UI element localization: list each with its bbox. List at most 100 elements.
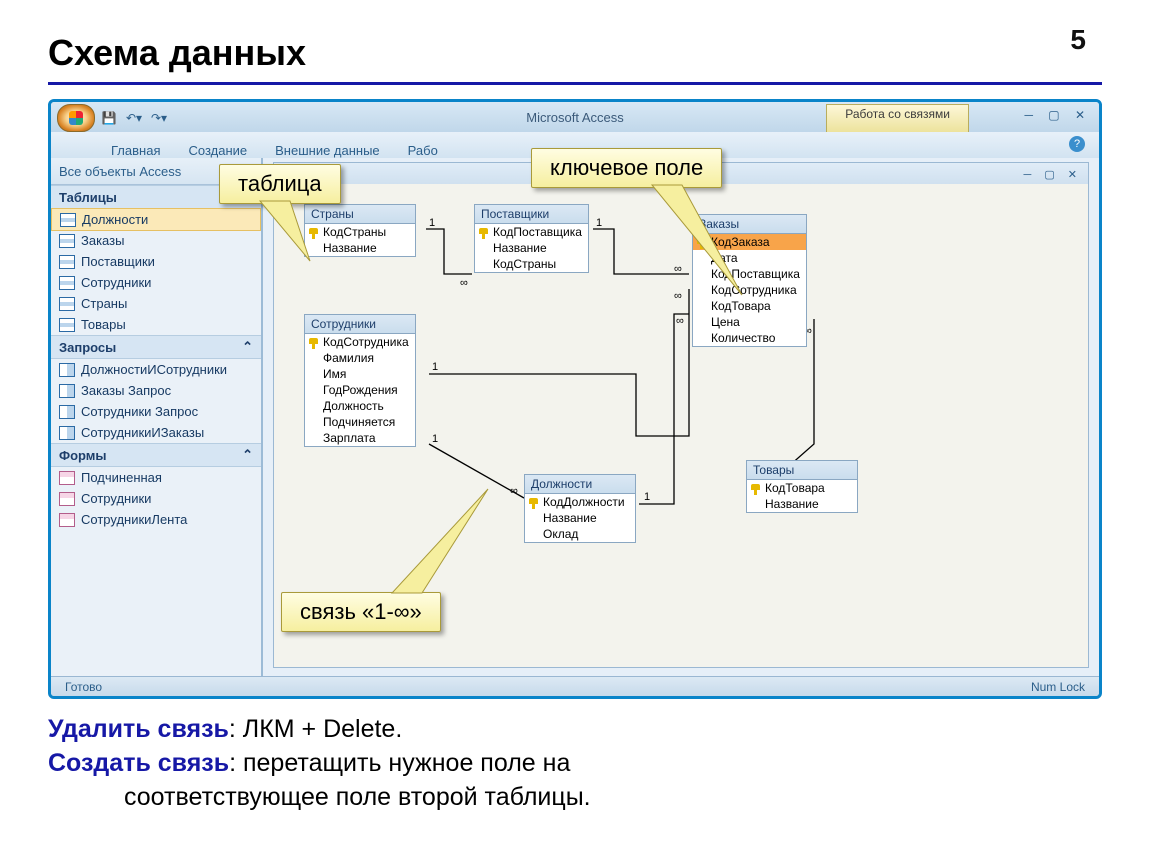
table-field[interactable]: КодСотрудника	[305, 334, 415, 350]
table-field[interactable]: Цена	[693, 314, 806, 330]
callout-label: связь «1-∞»	[300, 599, 422, 624]
window-controls[interactable]: ─ ▢ ✕	[1024, 108, 1091, 122]
table-field[interactable]: КодТовара	[747, 480, 857, 496]
nav-item-label: Подчиненная	[81, 470, 162, 485]
nav-item-label: СотрудникиЛента	[81, 512, 187, 527]
nav-item-label: Сотрудники	[81, 491, 151, 506]
tab-home[interactable]: Главная	[111, 143, 160, 158]
chevron-up-icon: ⌃	[242, 447, 253, 463]
table-header[interactable]: Страны	[305, 205, 415, 224]
nav-item-label: Поставщики	[81, 254, 155, 269]
svg-text:∞: ∞	[674, 290, 682, 302]
quick-access-toolbar: 💾 ↶▾ ↷▾	[57, 104, 170, 132]
table-field[interactable]: Подчиняется	[305, 414, 415, 430]
tab-create[interactable]: Создание	[188, 143, 247, 158]
nav-item[interactable]: Должности	[51, 208, 261, 231]
undo-icon[interactable]: ↶▾	[123, 107, 145, 129]
nav-item[interactable]: Страны	[51, 293, 261, 314]
table-field[interactable]: КодПоставщика	[475, 224, 588, 240]
table-field[interactable]: Должность	[305, 398, 415, 414]
explanation: Удалить связь: ЛКМ + Delete. Создать свя…	[48, 713, 1102, 814]
nav-item[interactable]: Заказы	[51, 230, 261, 251]
table-postavshiki[interactable]: ПоставщикиКодПоставщикаНазваниеКодСтраны	[474, 204, 589, 273]
mdi-window-controls[interactable]: ─ ▢ ✕	[1023, 168, 1082, 181]
table-strany[interactable]: СтраныКодСтраныНазвание	[304, 204, 416, 257]
table-dolzhnosti[interactable]: ДолжностиКодДолжностиНазваниеОклад	[524, 474, 636, 543]
table-header[interactable]: Сотрудники	[305, 315, 415, 334]
callout-label: ключевое поле	[550, 155, 703, 180]
table-field[interactable]: Имя	[305, 366, 415, 382]
save-icon[interactable]: 💾	[98, 107, 120, 129]
context-tab[interactable]: Работа со связями	[826, 104, 969, 133]
nav-queries-list: ДолжностиИСотрудники Заказы Запрос Сотрудн…	[51, 359, 261, 443]
table-field[interactable]: Зарплата	[305, 430, 415, 446]
table-field[interactable]: Количество	[693, 330, 806, 346]
nav-item-label: СотрудникиИЗаказы	[81, 425, 204, 440]
nav-item[interactable]: Сотрудники	[51, 488, 261, 509]
svg-text:∞: ∞	[676, 315, 684, 327]
nav-item[interactable]: Поставщики	[51, 251, 261, 272]
help-icon[interactable]: ?	[1069, 136, 1085, 152]
nav-item-label: Сотрудники	[81, 275, 151, 290]
table-header[interactable]: Поставщики	[475, 205, 588, 224]
nav-group-label: Таблицы	[59, 190, 117, 205]
table-header[interactable]: Товары	[747, 461, 857, 480]
nav-item[interactable]: СотрудникиЛента	[51, 509, 261, 530]
table-field[interactable]: КодТовара	[693, 298, 806, 314]
object-icon	[59, 318, 75, 332]
nav-item-label: Заказы	[81, 233, 124, 248]
nav-item-label: Заказы Запрос	[81, 383, 171, 398]
nav-group-queries[interactable]: Запросы⌃	[51, 335, 261, 359]
explain-delete-label: Удалить связь	[48, 715, 229, 743]
table-field[interactable]: КодСтраны	[475, 256, 588, 272]
tab-external[interactable]: Внешние данные	[275, 143, 380, 158]
table-field[interactable]: КодСотрудника	[693, 282, 806, 298]
object-icon	[59, 234, 75, 248]
title-rule	[48, 82, 1102, 85]
client-area: Все объекты Access▾ Таблицы⌃ ДолжностиЗа…	[51, 158, 1099, 676]
nav-item[interactable]: Подчиненная	[51, 467, 261, 488]
table-header[interactable]: Должности	[525, 475, 635, 494]
table-header[interactable]: Заказы	[693, 215, 806, 234]
window-titlebar: 💾 ↶▾ ↷▾ Microsoft Access Работа со связя…	[51, 102, 1099, 132]
nav-item-label: Должности	[82, 212, 148, 227]
nav-item-label: ДолжностиИСотрудники	[81, 362, 227, 377]
object-icon	[59, 384, 75, 398]
table-field[interactable]: Название	[475, 240, 588, 256]
table-field[interactable]: Название	[305, 240, 415, 256]
slide-title: Схема данных	[48, 32, 1102, 74]
table-field[interactable]: КодДолжности	[525, 494, 635, 510]
access-window: 💾 ↶▾ ↷▾ Microsoft Access Работа со связя…	[48, 99, 1102, 699]
redo-icon[interactable]: ↷▾	[148, 107, 170, 129]
table-field[interactable]: Название	[525, 510, 635, 526]
nav-item[interactable]: Заказы Запрос	[51, 380, 261, 401]
svg-text:1: 1	[432, 361, 438, 373]
object-icon	[59, 255, 75, 269]
nav-item[interactable]: Сотрудники Запрос	[51, 401, 261, 422]
tab-work[interactable]: Рабо	[408, 143, 438, 158]
table-sotrudniki[interactable]: СотрудникиКодСотрудникаФамилияИмяГодРожд…	[304, 314, 416, 447]
table-field[interactable]: КодПоставщика	[693, 266, 806, 282]
object-icon	[59, 363, 75, 377]
table-field[interactable]: Оклад	[525, 526, 635, 542]
svg-text:∞: ∞	[510, 485, 518, 497]
nav-item[interactable]: СотрудникиИЗаказы	[51, 422, 261, 443]
object-icon	[59, 426, 75, 440]
svg-text:1: 1	[644, 491, 650, 503]
nav-item[interactable]: Сотрудники	[51, 272, 261, 293]
table-field[interactable]: ГодРождения	[305, 382, 415, 398]
object-icon	[59, 492, 75, 506]
status-left: Готово	[65, 680, 102, 694]
svg-text:1: 1	[596, 217, 602, 229]
table-field[interactable]: Название	[747, 496, 857, 512]
nav-item[interactable]: ДолжностиИСотрудники	[51, 359, 261, 380]
nav-header-label: Все объекты Access	[59, 164, 181, 179]
table-tovary[interactable]: ТоварыКодТовараНазвание	[746, 460, 858, 513]
nav-group-forms[interactable]: Формы⌃	[51, 443, 261, 467]
svg-text:1: 1	[429, 217, 435, 229]
page-number: 5	[1070, 24, 1086, 56]
table-field[interactable]: Фамилия	[305, 350, 415, 366]
table-field[interactable]: КодСтраны	[305, 224, 415, 240]
office-button[interactable]	[57, 104, 95, 132]
nav-item[interactable]: Товары	[51, 314, 261, 335]
